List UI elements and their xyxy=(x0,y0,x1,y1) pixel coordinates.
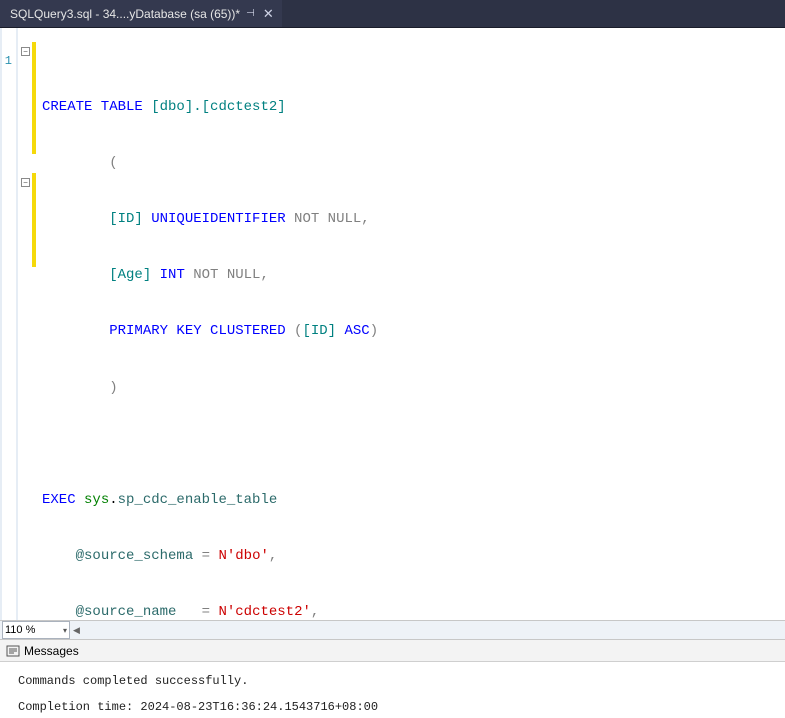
code-line xyxy=(38,435,785,454)
gutter-border xyxy=(16,28,18,620)
code-line: PRIMARY KEY CLUSTERED ([ID] ASC) xyxy=(38,322,785,341)
message-line: Commands completed successfully. xyxy=(18,670,785,692)
messages-tab[interactable]: Messages xyxy=(0,640,785,662)
code-editor[interactable]: CREATE TABLE [dbo].[cdctest2] ( [ID] UNI… xyxy=(38,28,785,620)
pin-icon[interactable]: ⊣ xyxy=(246,8,255,19)
splitter-left-icon[interactable]: ◀ xyxy=(73,625,80,636)
zoom-value: 110 % xyxy=(5,624,35,636)
change-marker xyxy=(32,173,36,267)
code-line: EXEC sys.sp_cdc_enable_table xyxy=(38,491,785,510)
code-line: @source_schema = N'dbo', xyxy=(38,547,785,566)
code-line: ( xyxy=(38,154,785,173)
fold-icon[interactable]: − xyxy=(21,178,30,187)
zoom-dropdown[interactable]: 110 % ▾ xyxy=(2,621,70,639)
line-number: 1 xyxy=(2,54,14,73)
code-line: [ID] UNIQUEIDENTIFIER NOT NULL, xyxy=(38,210,785,229)
change-marker xyxy=(32,42,36,154)
messages-output[interactable]: Commands completed successfully. Complet… xyxy=(0,662,785,711)
editor: 1 − − CREATE TABLE [dbo].[cdctest2] ( [I… xyxy=(0,28,785,620)
code-line: @source_name = N'cdctest2', xyxy=(38,603,785,620)
code-line: CREATE TABLE [dbo].[cdctest2] xyxy=(38,98,785,117)
message-line: Completion time: 2024-08-23T16:36:24.154… xyxy=(18,696,785,718)
messages-icon xyxy=(6,644,20,658)
file-tab[interactable]: SQLQuery3.sql - 34....yDatabase (sa (65)… xyxy=(0,0,282,27)
chevron-down-icon: ▾ xyxy=(63,626,67,635)
code-line: [Age] INT NOT NULL, xyxy=(38,266,785,285)
gutter: − − xyxy=(14,28,38,620)
close-icon[interactable]: ✕ xyxy=(261,6,276,22)
line-number-margin: 1 xyxy=(0,28,14,620)
zoom-toolbar: 110 % ▾ ◀ xyxy=(0,620,785,640)
tab-title: SQLQuery3.sql - 34....yDatabase (sa (65)… xyxy=(10,7,240,21)
code-line: ) xyxy=(38,379,785,398)
fold-icon[interactable]: − xyxy=(21,47,30,56)
messages-label: Messages xyxy=(24,644,79,658)
tab-bar: SQLQuery3.sql - 34....yDatabase (sa (65)… xyxy=(0,0,785,28)
